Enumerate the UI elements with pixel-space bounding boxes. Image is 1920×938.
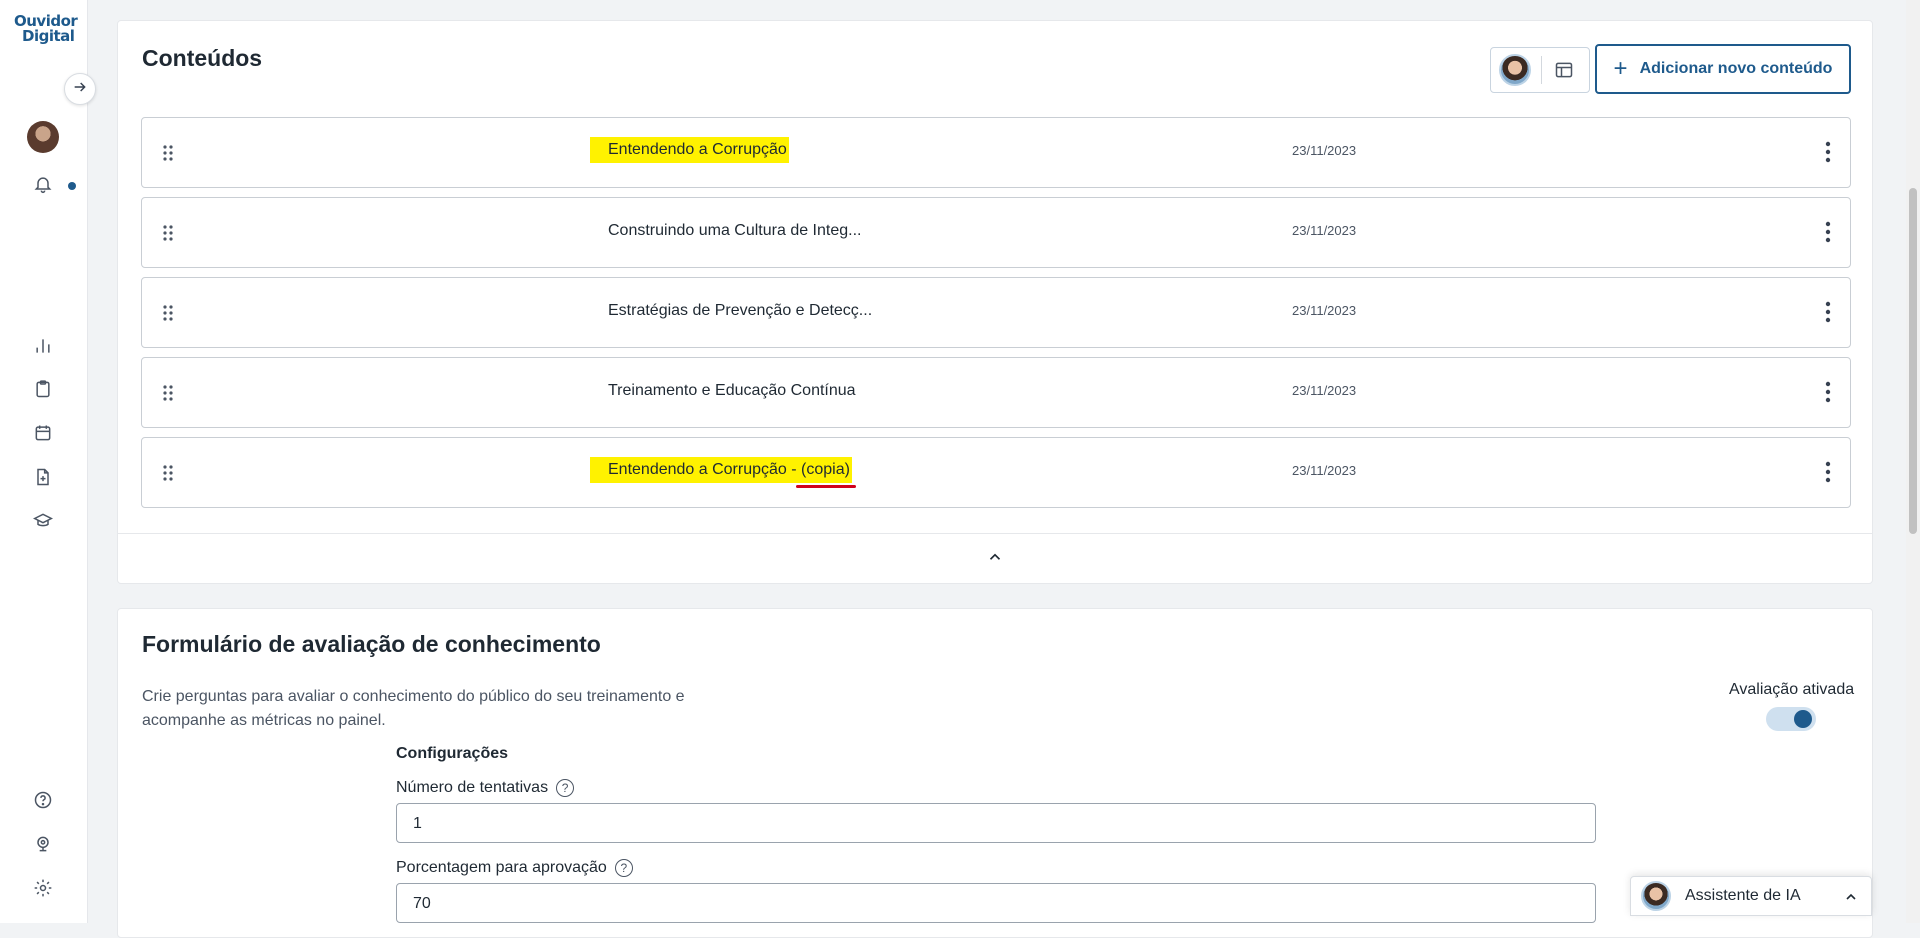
add-content-button[interactable]: + Adicionar novo conteúdo — [1595, 44, 1851, 94]
evaluation-toggle[interactable] — [1766, 707, 1816, 731]
divider — [1541, 56, 1542, 84]
toggle-knob — [1794, 710, 1812, 728]
evaluation-title: Formulário de avaliação de conhecimento — [142, 631, 601, 657]
content-row[interactable]: Entendendo a Corrupção 23/11/2023 — [141, 117, 1851, 188]
scrollbar[interactable] — [1906, 0, 1920, 923]
drag-handle-icon[interactable] — [162, 384, 174, 402]
graduation-cap-icon[interactable] — [30, 508, 56, 534]
ai-assistant-widget[interactable]: Assistente de IA — [1630, 876, 1872, 916]
sidebar-expand-button[interactable] — [64, 73, 96, 105]
help-icon[interactable]: ? — [614, 859, 633, 877]
evaluation-card: Formulário de avaliação de conhecimento … — [117, 608, 1873, 938]
content-row[interactable]: Treinamento e Educação Contínua 23/11/20… — [141, 357, 1851, 428]
file-add-icon[interactable] — [30, 464, 56, 490]
sidebar: Ouvidor Digital — [0, 0, 88, 923]
ai-assistant-label: Assistente de IA — [1685, 887, 1801, 904]
annotation-underline — [796, 485, 856, 488]
contents-title: Conteúdos — [142, 45, 263, 71]
content-date: 23/11/2023 — [1292, 303, 1357, 318]
content-title: Entendendo a Corrupção - (copia) — [590, 457, 852, 483]
gear-icon[interactable] — [30, 875, 56, 901]
drag-handle-icon[interactable] — [162, 144, 174, 162]
drag-handle-icon[interactable] — [162, 224, 174, 242]
content-title: Estratégias de Prevenção e Detecç... — [608, 302, 873, 319]
attempts-label-text: Número de tentativas — [396, 779, 549, 796]
help-circle-icon[interactable] — [30, 787, 56, 813]
notification-dot — [68, 182, 76, 190]
more-options-icon[interactable] — [1825, 380, 1831, 404]
attempts-label: Número de tentativas ? — [396, 779, 575, 797]
config-title: Configurações — [396, 745, 509, 762]
attempts-input[interactable]: 1 — [396, 803, 1596, 843]
drag-handle-icon[interactable] — [162, 464, 174, 482]
approval-label-text: Porcentagem para aprovação — [396, 859, 607, 876]
scrollbar-thumb[interactable] — [1909, 188, 1917, 534]
view-toggle[interactable] — [1490, 47, 1590, 93]
collapse-section-button[interactable] — [118, 533, 1872, 585]
webcam-icon[interactable] — [30, 831, 56, 857]
approval-input[interactable]: 70 — [396, 883, 1596, 923]
calendar-icon[interactable] — [30, 420, 56, 446]
chevron-up-icon — [986, 548, 1004, 571]
layout-icon[interactable] — [1554, 60, 1574, 80]
avatar[interactable] — [27, 121, 59, 153]
avatar-view-icon[interactable] — [1499, 54, 1531, 86]
logo-line2: Digital — [22, 27, 75, 45]
evaluation-description: Crie perguntas para avaliar o conhecimen… — [142, 688, 685, 729]
plus-icon: + — [1613, 55, 1628, 82]
content-date: 23/11/2023 — [1292, 463, 1357, 478]
evaluation-toggle-label: Avaliação ativada — [1729, 681, 1855, 698]
content-date: 23/11/2023 — [1292, 383, 1357, 398]
content-title: Construindo uma Cultura de Integ... — [608, 222, 862, 239]
more-options-icon[interactable] — [1825, 300, 1831, 324]
clipboard-icon[interactable] — [30, 376, 56, 402]
content-row[interactable]: Construindo uma Cultura de Integ... 23/1… — [141, 197, 1851, 268]
bell-icon[interactable] — [30, 171, 56, 197]
content-date: 23/11/2023 — [1292, 223, 1357, 238]
more-options-icon[interactable] — [1825, 460, 1831, 484]
more-options-icon[interactable] — [1825, 140, 1831, 164]
drag-handle-icon[interactable] — [162, 304, 174, 322]
chevron-up-icon[interactable] — [1843, 889, 1859, 910]
ai-avatar — [1641, 881, 1671, 911]
more-options-icon[interactable] — [1825, 220, 1831, 244]
logo[interactable]: Ouvidor Digital — [14, 14, 78, 45]
approval-label: Porcentagem para aprovação ? — [396, 859, 633, 877]
arrow-right-icon — [72, 79, 88, 100]
bar-chart-icon[interactable] — [30, 333, 56, 359]
content-title: Entendendo a Corrupção — [590, 137, 789, 163]
content-title: Treinamento e Educação Contínua — [608, 382, 856, 399]
content-row[interactable]: Entendendo a Corrupção - (copia) 23/11/2… — [141, 437, 1851, 508]
help-icon[interactable]: ? — [556, 779, 575, 797]
content-row[interactable]: Estratégias de Prevenção e Detecç... 23/… — [141, 277, 1851, 348]
contents-card: Conteúdos + Adicionar novo conteúdo Ente… — [117, 20, 1873, 584]
content-date: 23/11/2023 — [1292, 143, 1357, 158]
add-content-label: Adicionar novo conteúdo — [1639, 60, 1833, 77]
